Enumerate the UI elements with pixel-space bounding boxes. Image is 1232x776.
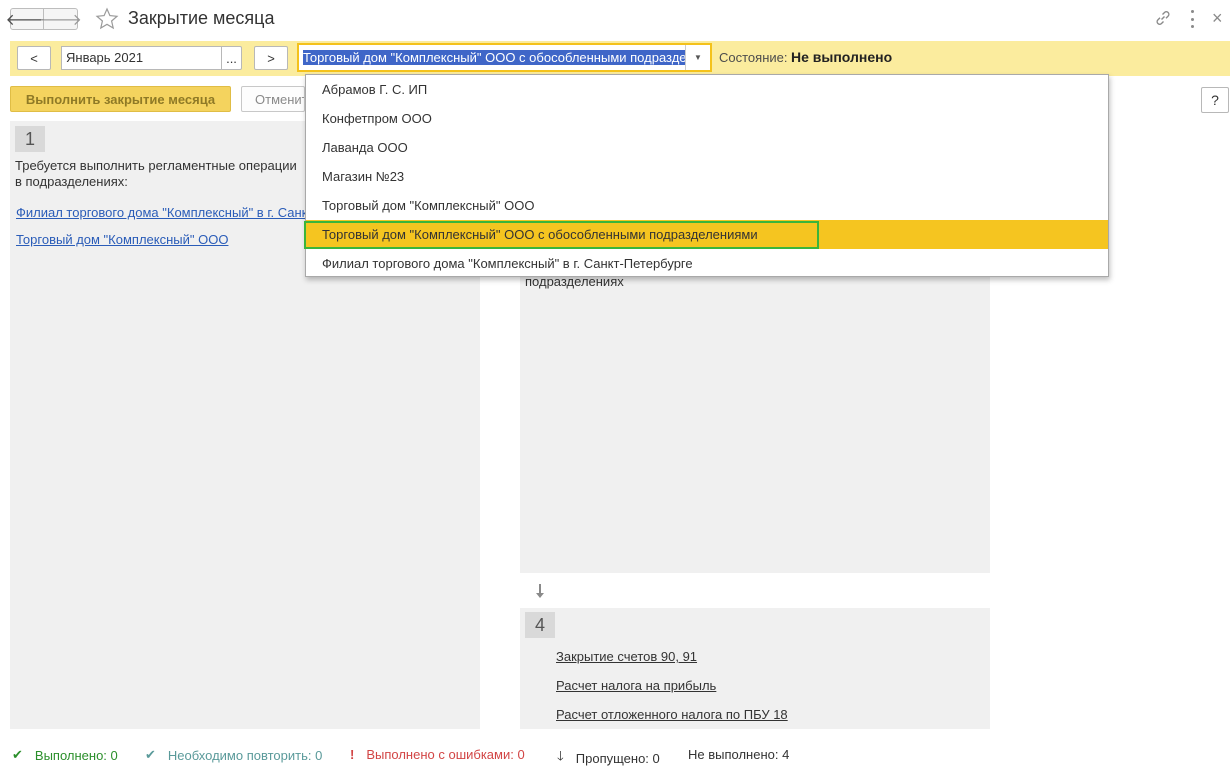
status-repeat[interactable]: ✔ Необходимо повторить: 0	[145, 747, 322, 763]
status-errors[interactable]: ! Выполнено с ошибками: 0	[350, 747, 525, 762]
profit-tax-link[interactable]: Расчет налога на прибыль	[556, 678, 716, 693]
status-skipped[interactable]: 🡓 Пропущено: 0	[557, 747, 660, 769]
organization-value: Торговый дом "Комплексный" ООО с обособл…	[303, 50, 685, 65]
status-not-done[interactable]: Не выполнено: 4	[688, 747, 789, 762]
dropdown-item[interactable]: Филиал торгового дома "Комплексный" в г.…	[306, 249, 1108, 278]
step-1-link-branch[interactable]: Филиал торгового дома "Комплексный" в г.…	[16, 205, 305, 220]
status-errors-label: Выполнено с ошибками: 0	[366, 747, 525, 762]
arrow-down-icon: 🡓	[557, 748, 564, 763]
cancel-button[interactable]: Отменить	[241, 86, 305, 112]
arrow-right-icon: 🡒	[39, 11, 82, 29]
selection-highlight-box	[304, 221, 819, 249]
forward-button[interactable]: 🡒	[39, 8, 82, 30]
step-1-link-trade-house[interactable]: Торговый дом "Комплексный" ООО	[16, 232, 228, 247]
step-number: 1	[15, 126, 45, 152]
page-title: Закрытие месяца	[128, 8, 275, 28]
favorite-star-icon[interactable]	[95, 7, 119, 31]
dropdown-item[interactable]: Магазин №23	[306, 162, 1108, 191]
period-choose-button[interactable]: ...	[222, 46, 242, 70]
status-not-done-label: Не выполнено: 4	[688, 747, 790, 762]
state-value: Не выполнено	[791, 49, 893, 65]
more-menu-icon[interactable]	[1186, 10, 1198, 28]
link-icon[interactable]	[1154, 9, 1172, 27]
step-1-text: Требуется выполнить регламентные операци…	[15, 158, 297, 189]
period-field[interactable]: Январь 2021	[61, 46, 222, 70]
close-accounts-link[interactable]: Закрытие счетов 90, 91	[556, 649, 697, 664]
arrow-down-icon	[536, 584, 544, 598]
check-icon: ✔	[12, 747, 23, 762]
state-label: Состояние:	[719, 50, 788, 65]
deferred-tax-link[interactable]: Расчет отложенного налога по ПБУ 18	[556, 707, 788, 722]
exclamation-icon: !	[350, 747, 355, 762]
help-button[interactable]: ?	[1201, 87, 1229, 113]
dropdown-item[interactable]: Конфетпром ООО	[306, 104, 1108, 133]
dropdown-item[interactable]: Лаванда ООО	[306, 133, 1108, 162]
step-number: 4	[525, 612, 555, 638]
status-skipped-label: Пропущено: 0	[575, 750, 660, 766]
status-done-label: Выполнено: 0	[34, 747, 118, 763]
next-period-button[interactable]: >	[254, 46, 288, 70]
run-month-closing-button[interactable]: Выполнить закрытие месяца	[10, 86, 231, 112]
dropdown-item[interactable]: Абрамов Г. С. ИП	[306, 75, 1108, 104]
dropdown-arrow-icon[interactable]: ▼	[685, 45, 710, 70]
previous-period-button[interactable]: <	[17, 46, 51, 70]
organization-select[interactable]: Торговый дом "Комплексный" ООО с обособл…	[297, 43, 712, 72]
dropdown-item[interactable]: Торговый дом "Комплексный" ООО	[306, 191, 1108, 220]
close-icon[interactable]: ×	[1212, 9, 1223, 27]
status-repeat-label: Необходимо повторить: 0	[167, 747, 323, 763]
step-3-panel	[520, 275, 990, 573]
check-icon: ✔	[145, 747, 156, 762]
status-done[interactable]: ✔ Выполнено: 0	[12, 747, 118, 763]
